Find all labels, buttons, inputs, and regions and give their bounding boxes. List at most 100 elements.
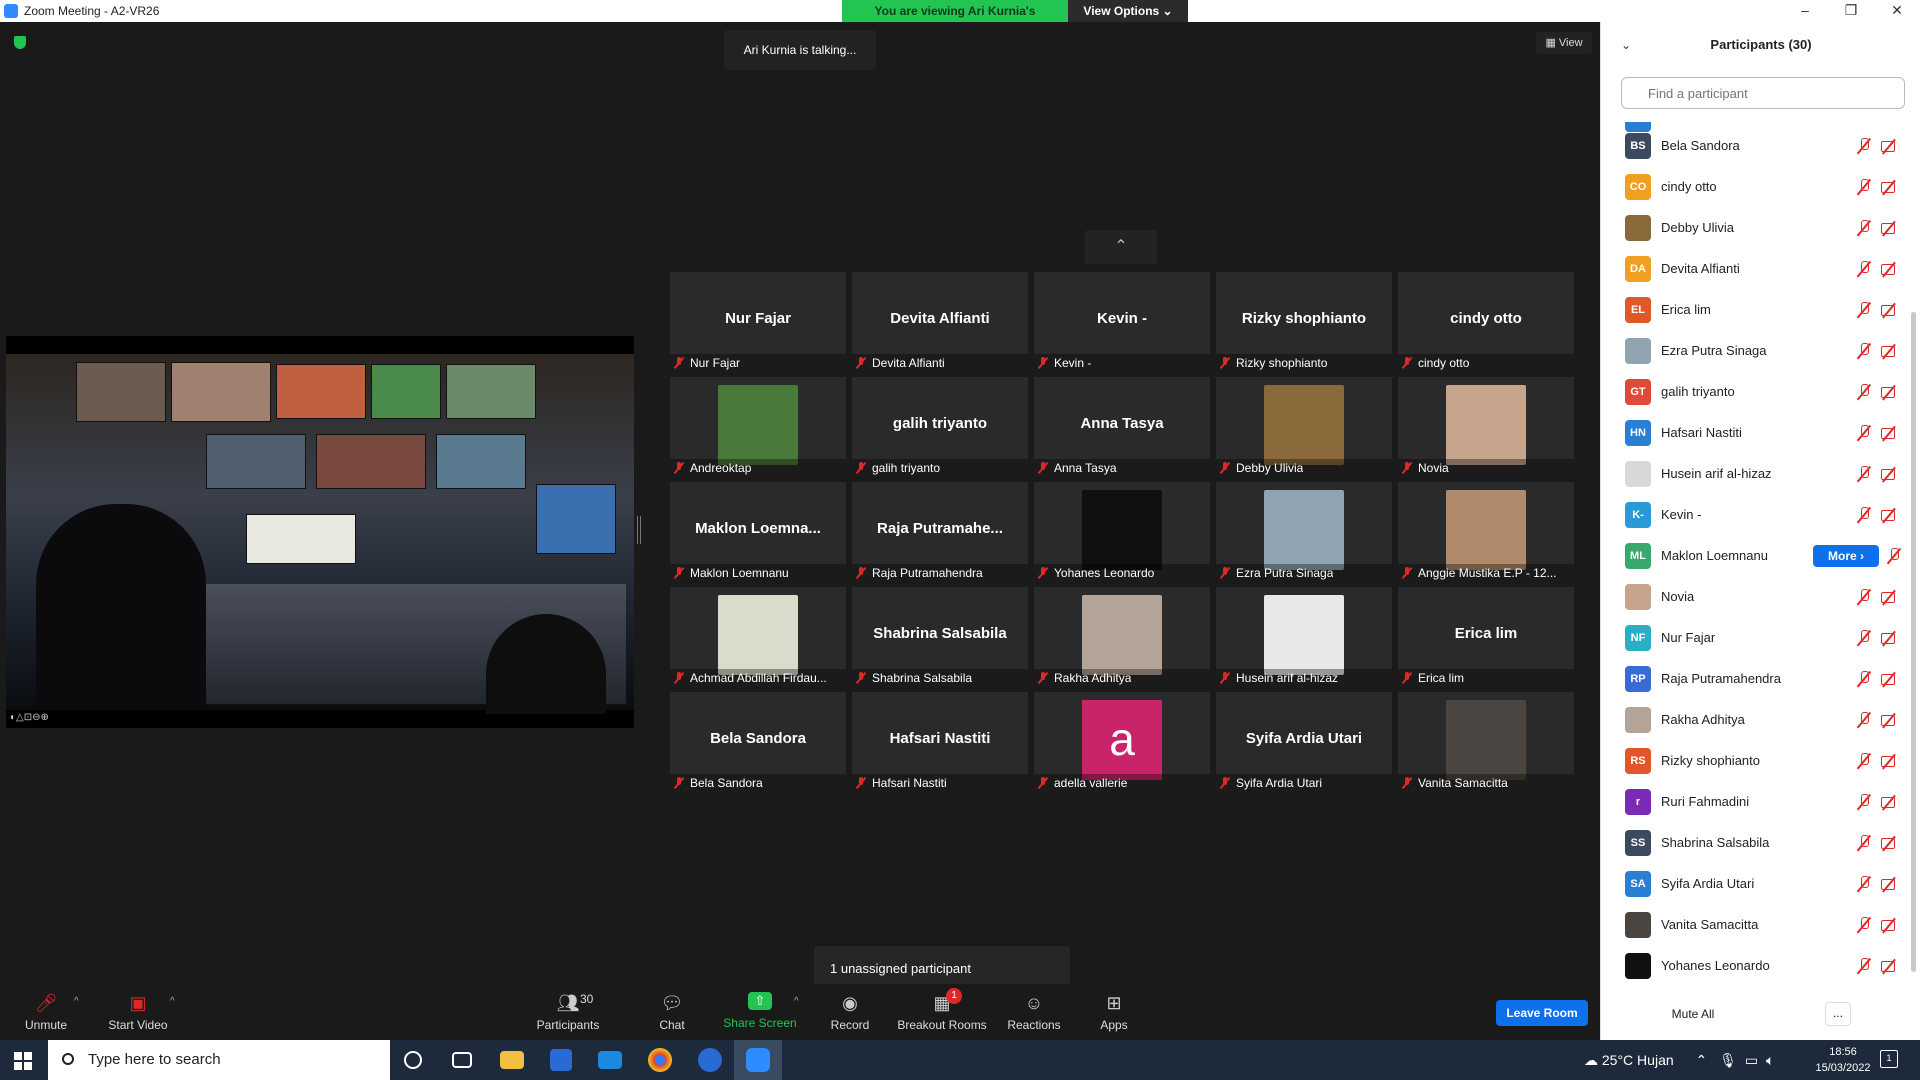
participants-scrollbar[interactable] — [1911, 312, 1916, 972]
video-options-caret-icon[interactable]: ^ — [170, 996, 175, 1007]
microphone-icon[interactable]: 🎙︎ — [1719, 1052, 1737, 1068]
apps-button[interactable]: ⊞ Apps — [1074, 992, 1154, 1038]
video-tile[interactable]: a adella vallerie — [1034, 692, 1210, 792]
video-tile[interactable]: Syifa Ardia Utari Syifa Ardia Utari — [1216, 692, 1392, 792]
weather-text[interactable]: 25°C Hujan — [1602, 1052, 1674, 1068]
audio-options-caret-icon[interactable]: ^ — [74, 996, 79, 1007]
teamviewer-icon[interactable] — [698, 1048, 722, 1072]
participant-row[interactable]: Husein arif al-hizaz — [1601, 453, 1911, 494]
taskbar-clock[interactable]: 18:56 15/03/2022 — [1808, 1044, 1878, 1076]
video-tile[interactable]: Debby Ulivia — [1216, 377, 1392, 477]
participant-more-button[interactable]: More › — [1813, 544, 1879, 567]
participant-row[interactable]: SA Syifa Ardia Utari — [1601, 863, 1911, 904]
zoom-taskbar-item[interactable] — [734, 1040, 782, 1080]
video-tile[interactable]: Devita Alfianti Devita Alfianti — [852, 272, 1028, 372]
annotation-controls[interactable]: ◐△⊡⊖⊕ — [10, 712, 49, 723]
notification-center-icon[interactable]: 1 — [1880, 1050, 1898, 1068]
video-tile[interactable]: Husein arif al-hizaz — [1216, 587, 1392, 687]
participant-row[interactable]: Debby Ulivia — [1601, 207, 1911, 248]
zoom-icon — [746, 1048, 770, 1072]
tile-display-name: Hafsari Nastiti — [889, 730, 991, 747]
shared-screen-view[interactable]: ◐△⊡⊖⊕ — [6, 336, 634, 728]
find-participant-input[interactable] — [1621, 77, 1905, 109]
video-tile[interactable]: galih triyanto galih triyanto — [852, 377, 1028, 477]
participant-row[interactable]: ML Maklon Loemnanu More › — [1601, 535, 1911, 576]
participant-row[interactable]: CO cindy otto — [1601, 166, 1911, 207]
muted-mic-icon — [1857, 260, 1871, 277]
file-explorer-icon[interactable] — [500, 1051, 524, 1069]
volume-icon[interactable]: 🔈︎ — [1766, 1052, 1774, 1068]
participant-row[interactable]: r Ruri Fahmadini — [1601, 781, 1911, 822]
chrome-icon[interactable] — [648, 1048, 672, 1072]
collapse-chevron-icon[interactable]: ⌄ — [1621, 22, 1631, 68]
panel-more-button[interactable]: ... — [1825, 1002, 1851, 1026]
video-off-icon — [1881, 343, 1899, 359]
participants-button[interactable]: 👥︎ 30 Participants — [528, 992, 608, 1038]
leave-room-button[interactable]: Leave Room — [1496, 1000, 1588, 1026]
participant-row[interactable]: HN Hafsari Nastiti — [1601, 412, 1911, 453]
video-tile[interactable]: Achmad Abdillah Firdau... — [670, 587, 846, 687]
store-icon[interactable] — [550, 1049, 572, 1071]
video-off-icon — [1881, 958, 1899, 974]
close-icon[interactable]: ✕ — [1874, 0, 1920, 22]
participant-row[interactable]: Rakha Adhitya — [1601, 699, 1911, 740]
video-tile[interactable]: Bela Sandora Bela Sandora — [670, 692, 846, 792]
participant-row[interactable]: Ezra Putra Sinaga — [1601, 330, 1911, 371]
task-view-icon[interactable] — [452, 1052, 472, 1068]
view-options-button[interactable]: View Options ⌄ — [1068, 0, 1188, 22]
tray-chevron-icon[interactable]: ⌃ — [1696, 1052, 1708, 1068]
participant-row[interactable]: Yohanes Leonardo — [1601, 945, 1911, 986]
video-tile[interactable]: Erica lim Erica lim — [1398, 587, 1574, 687]
video-tile[interactable]: Novia — [1398, 377, 1574, 477]
breakout-rooms-button[interactable]: ▦ 1 Breakout Rooms — [894, 988, 990, 1038]
video-tile[interactable]: Anna Tasya Anna Tasya — [1034, 377, 1210, 477]
start-video-button[interactable]: ▣ Start Video — [98, 992, 178, 1038]
participant-row[interactable]: SS Shabrina Salsabila — [1601, 822, 1911, 863]
mail-icon[interactable] — [598, 1051, 622, 1069]
participant-row[interactable]: DA Devita Alfianti — [1601, 248, 1911, 289]
windows-start-icon[interactable] — [14, 1052, 32, 1070]
participant-row[interactable]: NF Nur Fajar — [1601, 617, 1911, 658]
video-tile[interactable]: Nur Fajar Nur Fajar — [670, 272, 846, 372]
video-tile[interactable]: Rakha Adhitya — [1034, 587, 1210, 687]
participant-row[interactable]: RS Rizky shophianto — [1601, 740, 1911, 781]
video-tile[interactable]: Vanita Samacitta — [1398, 692, 1574, 792]
muted-mic-icon — [856, 462, 866, 474]
cortana-icon[interactable] — [404, 1051, 422, 1069]
chat-button[interactable]: 💬︎ Chat — [632, 992, 712, 1038]
network-icon[interactable]: ▭ — [1745, 1052, 1758, 1068]
share-options-caret-icon[interactable]: ^ — [794, 996, 799, 1007]
taskbar-search-box[interactable]: Type here to search — [48, 1040, 390, 1080]
participant-row[interactable]: Novia — [1601, 576, 1911, 617]
encryption-shield-icon[interactable] — [14, 36, 26, 49]
view-layout-button[interactable]: ▦ View — [1536, 32, 1592, 54]
video-tile[interactable]: Anggie Mustika E.P - 12... — [1398, 482, 1574, 582]
video-tile[interactable]: Raja Putramahe... Raja Putramahendra — [852, 482, 1028, 582]
mute-all-button[interactable]: Mute All — [1653, 1002, 1733, 1026]
participant-row[interactable]: Vanita Samacitta — [1601, 904, 1911, 945]
video-tile[interactable]: Rizky shophianto Rizky shophianto — [1216, 272, 1392, 372]
participant-row[interactable]: K- Kevin - — [1601, 494, 1911, 535]
weather-icon[interactable]: ☁ — [1584, 1052, 1598, 1068]
participant-row[interactable]: RP Raja Putramahendra — [1601, 658, 1911, 699]
video-tile[interactable]: Hafsari Nastiti Hafsari Nastiti — [852, 692, 1028, 792]
record-button[interactable]: ◉ Record — [810, 992, 890, 1038]
video-tile[interactable]: Ezra Putra Sinaga — [1216, 482, 1392, 582]
video-tile[interactable]: cindy otto cindy otto — [1398, 272, 1574, 372]
participant-row[interactable]: EL Erica lim — [1601, 289, 1911, 330]
video-tile[interactable]: Andreoktap — [670, 377, 846, 477]
video-tile[interactable]: Kevin - Kevin - — [1034, 272, 1210, 372]
participant-avatar: EL — [1625, 296, 1651, 323]
scroll-up-button[interactable]: ⌃ — [1085, 230, 1157, 264]
minimize-icon[interactable]: – — [1782, 0, 1828, 22]
share-screen-button[interactable]: ⇧ Share Screen — [720, 992, 800, 1038]
maximize-icon[interactable]: ❐ — [1828, 0, 1874, 22]
video-tile[interactable]: Maklon Loemna... Maklon Loemnanu — [670, 482, 846, 582]
participant-row[interactable]: GT galih triyanto — [1601, 371, 1911, 412]
participant-row[interactable]: BS Bela Sandora — [1601, 125, 1911, 166]
participant-avatar: DA — [1625, 255, 1651, 282]
video-tile[interactable]: Shabrina Salsabila Shabrina Salsabila — [852, 587, 1028, 687]
reactions-button[interactable]: ☺ Reactions — [994, 992, 1074, 1038]
split-view-handle[interactable] — [637, 516, 641, 544]
video-tile[interactable]: Yohanes Leonardo — [1034, 482, 1210, 582]
